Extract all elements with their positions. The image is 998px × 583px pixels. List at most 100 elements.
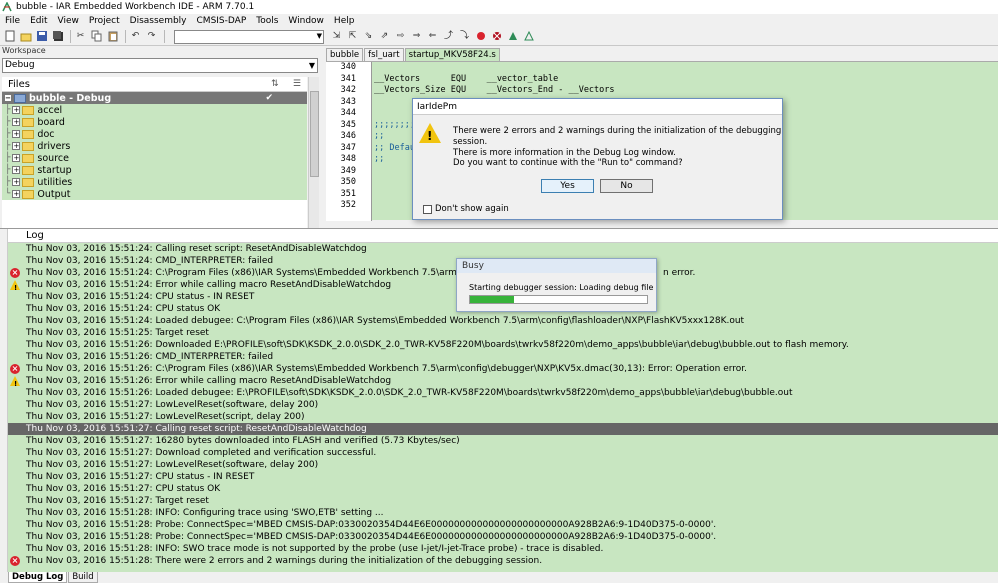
log-row[interactable]: Thu Nov 03, 2016 15:51:26: CMD_INTERPRET… — [8, 351, 998, 363]
tree-item-label: source — [37, 152, 69, 164]
workspace-label: Workspace — [2, 46, 46, 55]
expand-icon[interactable]: + — [12, 154, 21, 162]
expand-icon[interactable]: + — [12, 142, 21, 150]
toggle-breakpoint-icon[interactable] — [490, 30, 503, 43]
menu-help[interactable]: Help — [329, 14, 360, 28]
line-number: 346 — [340, 131, 356, 141]
make-icon[interactable]: ⤵ — [458, 30, 471, 43]
log-row-text: Thu Nov 03, 2016 15:51:26: Error while c… — [26, 376, 392, 386]
undo-icon[interactable]: ↶ — [129, 30, 142, 43]
log-row[interactable]: Thu Nov 03, 2016 15:51:27: Target reset — [8, 495, 998, 507]
log-row[interactable]: Thu Nov 03, 2016 15:51:25: Target reset — [8, 327, 998, 339]
log-row[interactable]: Thu Nov 03, 2016 15:51:24: Calling reset… — [8, 243, 998, 255]
log-row[interactable]: Thu Nov 03, 2016 15:51:27: LowLevelReset… — [8, 411, 998, 423]
log-row-text: Thu Nov 03, 2016 15:51:26: Loaded debuge… — [26, 388, 793, 398]
menu-file[interactable]: File — [0, 14, 25, 28]
log-row-text: Thu Nov 03, 2016 15:51:27: LowLevelReset… — [26, 400, 319, 410]
log-row[interactable]: Thu Nov 03, 2016 15:51:27: 16280 bytes d… — [8, 435, 998, 447]
open-folder-icon[interactable] — [19, 30, 32, 43]
compile-icon[interactable]: ⤴ — [442, 30, 455, 43]
code-line: __Vectors_Size EQU __Vectors_End - __Vec… — [374, 85, 615, 95]
tab-fsl-uart[interactable]: fsl_uart — [364, 48, 404, 62]
configuration-value: Debug — [5, 60, 35, 70]
log-row[interactable]: Thu Nov 03, 2016 15:51:27: LowLevelReset… — [8, 459, 998, 471]
tree-item-board[interactable]: ├ + board — [2, 116, 307, 128]
find-next-icon[interactable]: ⇲ — [330, 30, 343, 43]
bookmark-icon[interactable]: ⇨ — [394, 30, 407, 43]
tab-startup-file[interactable]: startup_MKV58F24.s — [404, 48, 500, 62]
tab-build[interactable]: Build — [68, 572, 98, 583]
tree-item-label: doc — [37, 128, 55, 140]
find-combo[interactable]: ▼ — [174, 29, 324, 44]
log-row[interactable]: Thu Nov 03, 2016 15:51:24: Loaded debuge… — [8, 315, 998, 327]
tree-item-output[interactable]: └ + Output — [2, 188, 307, 200]
expand-icon[interactable]: + — [12, 118, 21, 126]
log-row[interactable]: Thu Nov 03, 2016 15:51:28: Probe: Connec… — [8, 519, 998, 531]
expand-icon[interactable]: + — [12, 106, 21, 114]
menu-view[interactable]: View — [53, 14, 84, 28]
stop-build-icon[interactable] — [474, 30, 487, 43]
find-prev-icon[interactable]: ⇱ — [346, 30, 359, 43]
expand-icon[interactable]: + — [12, 166, 21, 174]
project-icon — [14, 93, 26, 103]
log-row-text: Thu Nov 03, 2016 15:51:24: CMD_INTERPRET… — [26, 256, 274, 266]
dialog-message-line1: There were 2 errors and 2 warnings durin… — [453, 126, 782, 147]
tree-item-accel[interactable]: ├ + accel — [2, 104, 307, 116]
go-to-icon[interactable]: ⇗ — [378, 30, 391, 43]
tree-item-startup[interactable]: ├ + startup — [2, 164, 307, 176]
expand-icon[interactable]: + — [12, 130, 21, 138]
workspace-scrollbar[interactable] — [308, 77, 319, 247]
menu-cmsis-dap[interactable]: CMSIS-DAP — [192, 14, 252, 28]
tree-item-drivers[interactable]: ├ + drivers — [2, 140, 307, 152]
line-number: 352 — [340, 200, 356, 210]
tree-item-doc[interactable]: ├ + doc — [2, 128, 307, 140]
tree-root-item[interactable]: − bubble - Debug ✔ — [2, 92, 307, 104]
tab-debug-log[interactable]: Debug Log — [8, 572, 68, 583]
log-row[interactable]: Thu Nov 03, 2016 15:51:27: CPU status OK — [8, 483, 998, 495]
next-bookmark-icon[interactable]: ⇒ — [410, 30, 423, 43]
find-in-files-icon[interactable]: ⇘ — [362, 30, 375, 43]
menu-window[interactable]: Window — [283, 14, 329, 28]
log-row[interactable]: Thu Nov 03, 2016 15:51:28: Probe: Connec… — [8, 531, 998, 543]
log-row-text: Thu Nov 03, 2016 15:51:24: CPU status - … — [26, 292, 255, 302]
cut-icon[interactable]: ✂ — [74, 30, 87, 43]
column-options-icon[interactable]: ⇅ ☰ — [271, 77, 301, 92]
log-row[interactable]: Thu Nov 03, 2016 15:51:27: Download comp… — [8, 447, 998, 459]
log-row[interactable]: Thu Nov 03, 2016 15:51:27: CPU status - … — [8, 471, 998, 483]
scrollbar-thumb[interactable] — [310, 91, 319, 177]
expand-icon[interactable]: + — [12, 178, 21, 186]
collapse-icon[interactable]: − — [4, 94, 12, 102]
save-all-icon[interactable] — [51, 30, 64, 43]
log-row[interactable]: Thu Nov 03, 2016 15:51:27: Calling reset… — [8, 423, 998, 435]
configuration-select[interactable]: Debug ▼ — [2, 58, 318, 73]
menu-edit[interactable]: Edit — [25, 14, 52, 28]
new-file-icon[interactable] — [3, 30, 16, 43]
log-row[interactable]: Thu Nov 03, 2016 15:51:26: Loaded debuge… — [8, 387, 998, 399]
menu-tools[interactable]: Tools — [251, 14, 283, 28]
log-row[interactable]: × Thu Nov 03, 2016 15:51:28: There were 2… — [8, 555, 998, 567]
redo-icon[interactable]: ↷ — [145, 30, 158, 43]
tab-bubble[interactable]: bubble — [326, 48, 364, 62]
log-row[interactable]: Thu Nov 03, 2016 15:51:28: INFO: SWO tra… — [8, 543, 998, 555]
yes-button[interactable]: Yes — [541, 179, 594, 193]
toolbar-separator — [70, 30, 71, 43]
download-debug-icon[interactable] — [506, 30, 519, 43]
no-button[interactable]: No — [600, 179, 653, 193]
log-row[interactable]: × Thu Nov 03, 2016 15:51:26: C:\Program F… — [8, 363, 998, 375]
paste-icon[interactable] — [106, 30, 119, 43]
tree-item-source[interactable]: ├ + source — [2, 152, 307, 164]
log-row[interactable]: Thu Nov 03, 2016 15:51:27: LowLevelReset… — [8, 399, 998, 411]
expand-icon[interactable]: + — [12, 190, 21, 198]
prev-bookmark-icon[interactable]: ⇐ — [426, 30, 439, 43]
dont-show-again-checkbox[interactable]: Don't show again — [423, 204, 509, 214]
checkbox-box[interactable] — [423, 204, 432, 214]
log-row[interactable]: Thu Nov 03, 2016 15:51:28: INFO: Configu… — [8, 507, 998, 519]
debug-without-download-icon[interactable] — [522, 30, 535, 43]
copy-icon[interactable] — [90, 30, 103, 43]
save-icon[interactable] — [35, 30, 48, 43]
log-row[interactable]: Thu Nov 03, 2016 15:51:26: Error while c… — [8, 375, 998, 387]
menu-disassembly[interactable]: Disassembly — [125, 14, 192, 28]
tree-item-utilities[interactable]: ├ + utilities — [2, 176, 307, 188]
log-row[interactable]: Thu Nov 03, 2016 15:51:26: Downloaded E:… — [8, 339, 998, 351]
menu-project[interactable]: Project — [84, 14, 125, 28]
